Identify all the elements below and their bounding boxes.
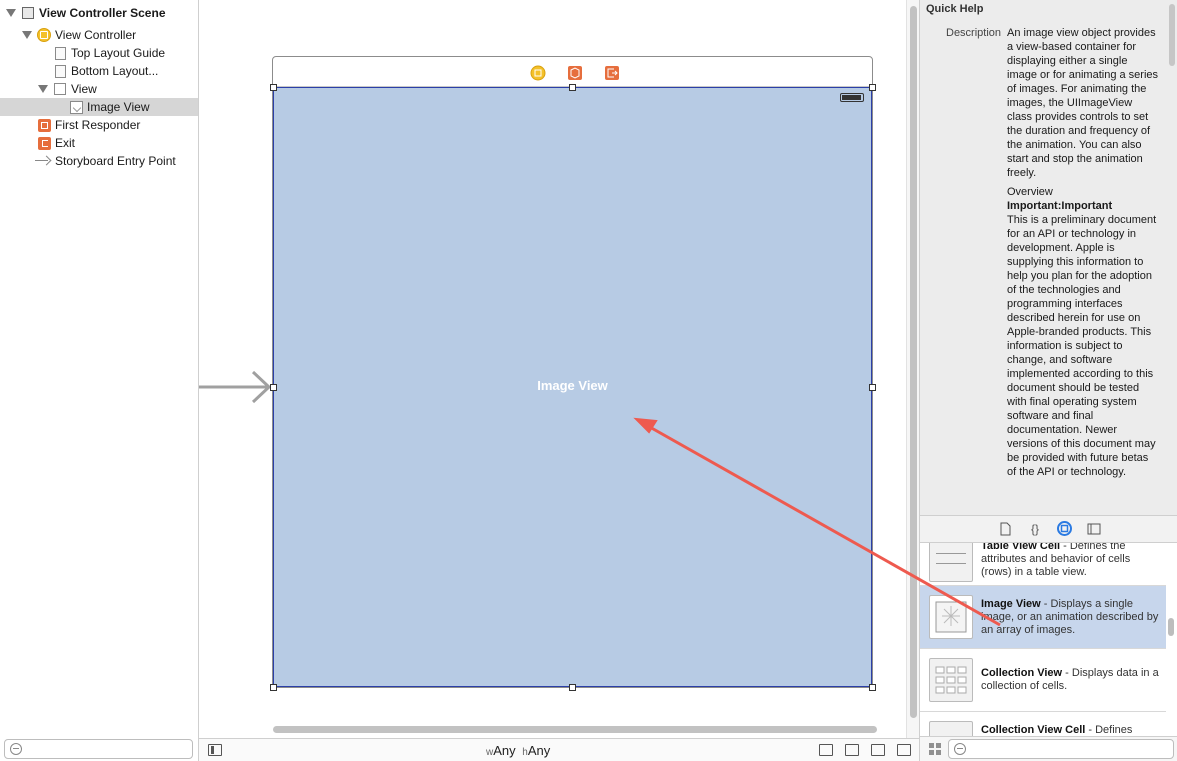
important-heading: Important:Important [1007,200,1113,212]
library-item-desc: - Defines [1085,724,1133,736]
quick-help-scrollbar[interactable] [1169,4,1175,66]
image-view[interactable]: Image View [273,87,872,687]
resize-handle-left[interactable] [270,384,277,391]
view-controller-icon [37,28,51,42]
library-item-image-view[interactable]: Image View - Displays a single image, or… [920,586,1166,649]
resize-handle-right[interactable] [869,384,876,391]
outline-label: Image View [87,100,150,114]
outline-item-image-view[interactable]: Image View [0,98,198,116]
utilities-panel: Quick Help Description An image view obj… [919,0,1177,761]
description-key: Description [946,27,1002,39]
resize-handle-top-right[interactable] [869,84,876,91]
library-item-title: Image View [981,598,1041,610]
media-library-icon[interactable] [1087,522,1101,536]
scrollbar-thumb[interactable] [910,6,917,718]
filter-icon[interactable] [10,743,22,755]
outline-label: Storyboard Entry Point [55,154,176,168]
canvas-vertical-scrollbar[interactable] [906,0,919,738]
library-scrollbar[interactable] [1168,618,1174,636]
resize-handle-bottom[interactable] [569,684,576,691]
library-item-title: Table View Cell [981,543,1061,552]
object-library-icon[interactable] [1057,521,1072,536]
embed-in-stack-icon[interactable] [819,744,833,756]
resize-handle-bottom-right[interactable] [869,684,876,691]
width-class-value: Any [493,743,516,758]
library-item-collection-view[interactable]: Collection View - Displays data in a col… [920,649,1166,712]
library-filter-bar [920,736,1177,761]
document-outline: View Controller Scene View Controller To… [0,0,199,761]
library-filter-input[interactable] [948,739,1174,759]
resolve-autolayout-icon[interactable] [897,744,911,756]
code-snippet-icon[interactable]: {} [1028,522,1042,536]
library-item-collection-view-cell[interactable]: Collection View Cell - Defines [920,712,1166,736]
outline-label: View Controller Scene [39,6,166,20]
storyboard-canvas[interactable]: Image View [199,0,906,738]
outline-item-exit[interactable]: Exit [0,134,198,152]
outline-item-storyboard-entry-point[interactable]: Storyboard Entry Point [0,152,198,170]
library-item-text: Table View Cell - Defines the attributes… [981,543,1161,579]
resize-handle-top-left[interactable] [270,84,277,91]
view-controller-icon[interactable] [530,65,546,81]
disclosure-triangle-icon[interactable] [22,30,32,40]
disclosure-triangle-icon[interactable] [38,84,48,94]
pin-icon[interactable] [871,744,885,756]
library-item-text: Image View - Displays a single image, or… [981,598,1161,637]
library-item-text: Collection View - Displays data in a col… [981,667,1161,693]
canvas-bottom-bar: wAny hAny [199,738,919,761]
layout-guide-icon [53,46,67,60]
scene-dock [273,57,872,87]
resize-handle-top[interactable] [569,84,576,91]
library-item-title: Collection View [981,667,1063,679]
grid-view-toggle-icon[interactable] [929,743,941,755]
outline-label: View [71,82,97,96]
exit-icon[interactable] [604,65,619,80]
collection-view-thumbnail-icon [929,658,973,702]
table-view-cell-thumbnail-icon [929,543,973,582]
quick-help-body: An image view object provides a view-bas… [1007,26,1159,513]
outline-item-view[interactable]: View [0,80,198,98]
first-responder-cube-icon[interactable] [567,65,582,80]
disclosure-triangle-icon[interactable] [6,8,16,18]
outline-item-top-layout-guide[interactable]: Top Layout Guide [0,44,198,62]
size-class-control[interactable]: wAny hAny [486,743,550,758]
quick-help-title: Quick Help [926,3,984,15]
battery-icon [840,93,864,102]
exit-icon [37,136,51,150]
library-item-title: Collection View Cell [981,724,1086,736]
overview-heading: Overview [1007,186,1053,198]
image-view-thumbnail-icon [929,595,973,639]
canvas-horizontal-scrollbar[interactable] [273,726,877,733]
resize-handle-bottom-left[interactable] [270,684,277,691]
outline-item-view-controller[interactable]: View Controller [0,26,198,44]
library-item-text: Collection View Cell - Defines [981,724,1161,736]
image-view-label: Image View [537,378,608,393]
view-icon [53,82,67,96]
outline-label: First Responder [55,118,141,132]
toggle-outline-icon[interactable] [208,744,222,756]
object-library-list[interactable]: Table View Cell - Defines the attributes… [920,543,1177,736]
outline-label: Bottom Layout... [71,64,159,78]
image-view-icon [69,100,83,114]
first-responder-cube-icon [37,118,51,132]
outline-item-first-responder[interactable]: First Responder [0,116,198,134]
description-text: An image view object provides a view-bas… [1007,27,1159,179]
filter-icon[interactable] [954,743,966,755]
library-item-table-view-cell[interactable]: Table View Cell - Defines the attributes… [920,543,1166,586]
entry-point-arrow-icon [35,154,51,168]
storyboard-entry-arrow[interactable] [199,370,275,404]
overview-text: This is a preliminary document for an AP… [1007,214,1157,478]
outline-item-bottom-layout-guide[interactable]: Bottom Layout... [0,62,198,80]
align-icon[interactable] [845,744,859,756]
collection-view-cell-thumbnail-icon [929,721,973,736]
outline-label: View Controller [55,28,137,42]
outline-label: Top Layout Guide [71,46,166,60]
outline-filter-input[interactable] [4,739,193,759]
outline-item-view-controller-scene[interactable]: View Controller Scene [0,4,198,22]
scene-icon [21,6,35,20]
outline-label: Exit [55,136,76,150]
file-template-icon[interactable] [998,522,1012,536]
layout-guide-icon [53,64,67,78]
library-tab-bar: {} [920,515,1177,543]
height-class-value: Any [527,743,551,758]
